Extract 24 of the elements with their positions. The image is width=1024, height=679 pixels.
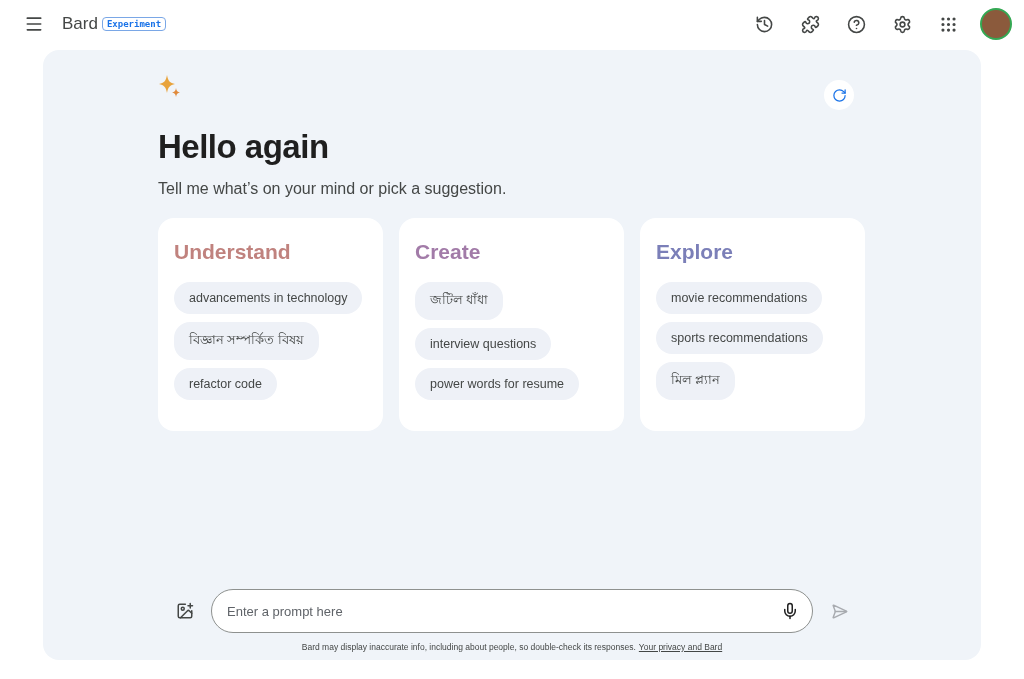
sparkle-icon bbox=[158, 74, 182, 98]
suggestion-chip[interactable]: refactor code bbox=[174, 368, 277, 400]
card-title: Create bbox=[415, 240, 481, 264]
avatar[interactable] bbox=[980, 8, 1012, 40]
card-title: Explore bbox=[656, 240, 734, 264]
suggestion-chip[interactable]: power words for resume bbox=[415, 368, 580, 400]
product-name: Bard bbox=[62, 14, 98, 34]
privacy-link[interactable]: Your privacy and Bard bbox=[638, 642, 723, 652]
suggestion-chip[interactable]: interview questions bbox=[415, 328, 552, 360]
suggestion-chip[interactable]: মিল প্ল্যান bbox=[656, 362, 736, 400]
microphone-icon[interactable] bbox=[781, 602, 799, 620]
greeting-subtitle: Tell me what’s on your mind or pick a suggestion. bbox=[158, 180, 508, 198]
disclaimer-text: Bard may display inaccurate info, including about people, so double-check its responses. Your privacy and Bard bbox=[301, 642, 723, 652]
suggestion-chip[interactable]: movie recommendations bbox=[656, 282, 823, 314]
prompt-input[interactable]: Enter a prompt here bbox=[211, 589, 813, 633]
suggestion-chip[interactable]: advancements in technology bbox=[174, 282, 363, 314]
greeting-title: Hello again bbox=[158, 128, 330, 166]
suggestion-chip[interactable]: sports recommendations bbox=[656, 322, 823, 354]
refresh-icon bbox=[831, 87, 847, 103]
suggestion-chip[interactable]: বিজ্ঞান সম্পর্কিত বিষয় bbox=[174, 322, 319, 360]
experiment-badge: Experiment bbox=[101, 17, 167, 31]
refresh-button[interactable] bbox=[824, 80, 854, 110]
card-title: Understand bbox=[174, 240, 291, 264]
suggestion-chip[interactable]: জটিল ধাঁধা bbox=[415, 282, 504, 320]
